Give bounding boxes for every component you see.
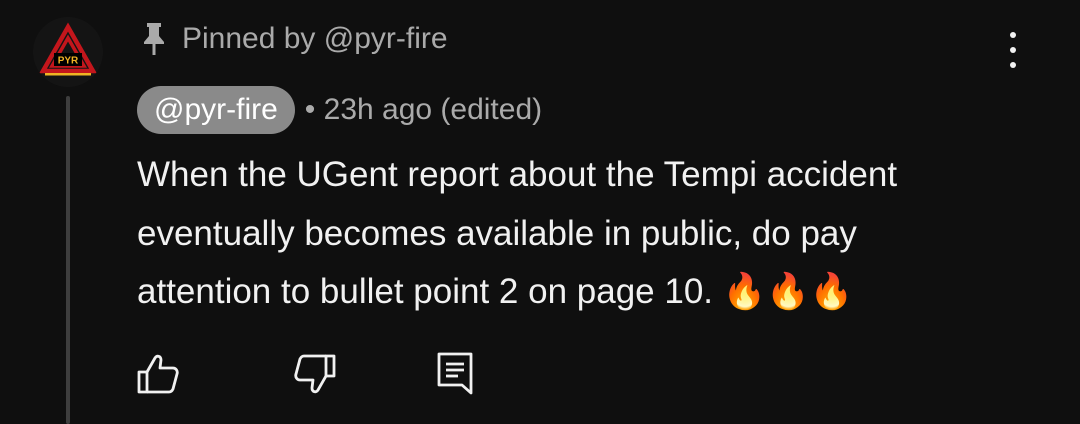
comment-body: When the UGent report about the Tempi ac… xyxy=(137,146,1037,322)
reply-comment-icon xyxy=(437,352,473,395)
comment-line: When the UGent report about the Tempi ac… xyxy=(137,155,898,194)
pinned-indicator: Pinned by @pyr-fire xyxy=(140,18,448,60)
pin-icon xyxy=(140,22,168,56)
more-actions-button[interactable] xyxy=(995,30,1031,70)
comment-header: @pyr-fire • 23h ago (edited) xyxy=(137,86,542,134)
more-vertical-icon-dot xyxy=(1010,62,1016,68)
more-vertical-icon xyxy=(1010,32,1016,38)
avatar-logo-text: PYR xyxy=(58,56,79,67)
dislike-button[interactable] xyxy=(293,352,337,396)
thumbs-down-icon xyxy=(294,354,336,394)
thumbs-up-icon xyxy=(137,354,179,394)
pyr-logo-icon: PYR xyxy=(33,17,103,87)
like-button[interactable] xyxy=(136,352,180,396)
more-vertical-icon-dot xyxy=(1010,47,1016,53)
avatar[interactable]: PYR xyxy=(33,17,103,87)
fire-emojis: 🔥🔥🔥 xyxy=(722,272,854,312)
comment-line-text: attention to bullet point 2 on page 10. xyxy=(137,272,714,311)
pinned-label: Pinned by @pyr-fire xyxy=(182,22,448,55)
author-chip[interactable]: @pyr-fire xyxy=(137,86,295,134)
comment-line-last: attention to bullet point 2 on page 10. … xyxy=(137,263,1037,322)
reply-button[interactable] xyxy=(434,352,478,396)
comment-actions xyxy=(0,352,1080,402)
comment-line: eventually becomes available in public, … xyxy=(137,213,857,253)
comment-timestamp[interactable]: • 23h ago (edited) xyxy=(305,93,542,127)
comment-thread: PYR Pinned by @pyr-fire @pyr-fire • 23h … xyxy=(0,0,1080,424)
